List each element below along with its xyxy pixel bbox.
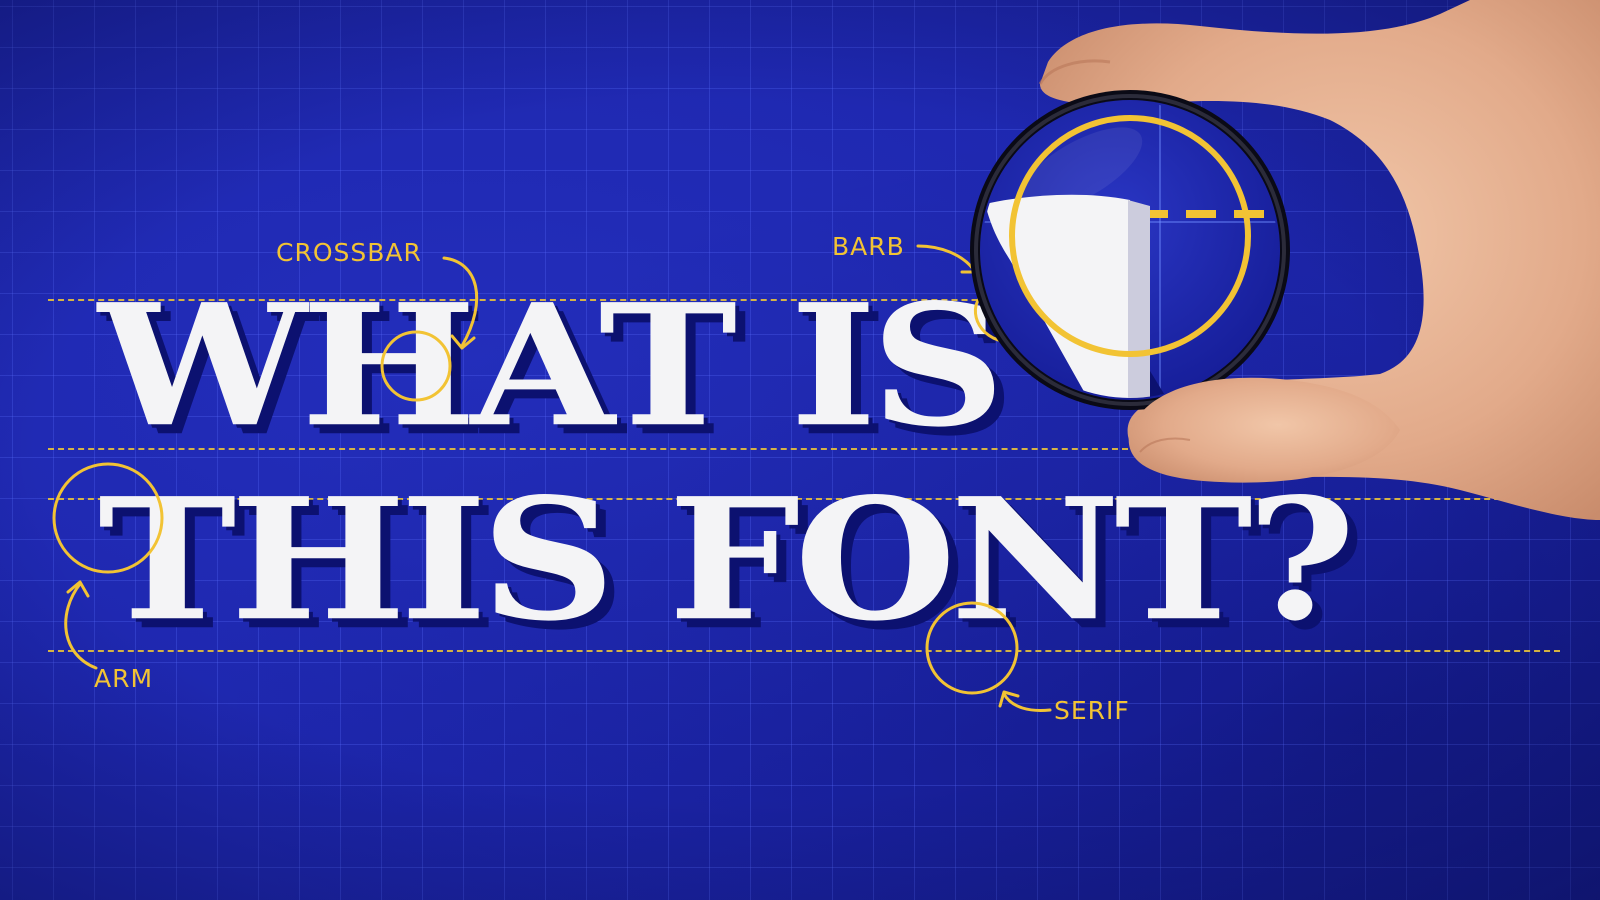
arm-label: ARM (94, 664, 154, 693)
headline-line-2: THIS FONT? (98, 460, 1356, 658)
serif-label: SERIF (1054, 696, 1130, 725)
crossbar-label: CROSSBAR (276, 238, 422, 267)
barb-label: BARB (832, 232, 905, 261)
thumbnail-canvas: WHAT IS THIS FONT? CROSSBAR BARB ARM SER… (0, 0, 1600, 900)
headline-line-1: WHAT IS (98, 266, 1005, 464)
